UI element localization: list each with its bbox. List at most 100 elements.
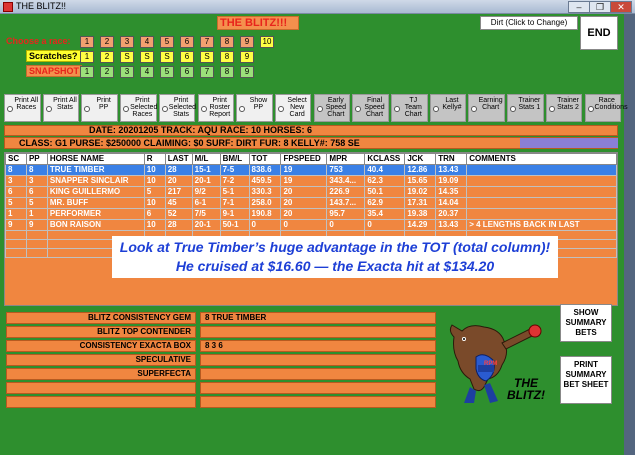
- column-header[interactable]: MPR: [326, 153, 366, 165]
- table-cell: 13.43: [435, 219, 468, 231]
- snapshot-button-1[interactable]: 1: [80, 66, 94, 78]
- option-show-pp[interactable]: Show PP: [236, 94, 273, 122]
- radio-icon[interactable]: [510, 106, 517, 112]
- snapshot-button-6[interactable]: 6: [180, 66, 194, 78]
- radio-icon[interactable]: [161, 106, 168, 112]
- table-cell: > 4 LENGTHS BACK IN LAST: [466, 219, 617, 231]
- column-header[interactable]: R: [143, 153, 166, 165]
- radio-icon[interactable]: [84, 106, 91, 112]
- radio-icon[interactable]: [587, 106, 594, 112]
- radio-icon[interactable]: [200, 106, 207, 112]
- option-final-speed-chart[interactable]: Final Speed Chart: [352, 94, 389, 122]
- table-row[interactable]: 1 1 PERFORMER 6 52 7/5 9-1 190.8 20 95.7 35.4 19.38…: [5, 208, 617, 220]
- option-early-speed-chart[interactable]: Early Speed Chart: [313, 94, 351, 122]
- option-select-new-card[interactable]: Select New Card: [274, 94, 312, 122]
- show-summary-bets-button[interactable]: SHOW SUMMARY BETS: [560, 304, 612, 342]
- table-cell: 343.4...: [326, 175, 366, 187]
- race-button-10[interactable]: 10: [260, 36, 274, 48]
- annotation-text: Look at True Timber’s huge advantage in …: [119, 239, 551, 274]
- radio-icon[interactable]: [45, 106, 52, 112]
- option-label: Early Speed Chart: [325, 97, 346, 118]
- option-print-all-races[interactable]: Print All Races: [4, 94, 41, 122]
- column-header[interactable]: JCK: [404, 153, 437, 165]
- option-tj-team-chart[interactable]: TJ Team Chart: [391, 94, 428, 122]
- table-row[interactable]: 5 5 MR. BUFF 10 45 6-1 7-1 258.0 20 143.7... 62.9 1…: [5, 197, 617, 209]
- column-header[interactable]: M/L: [191, 153, 221, 165]
- option-print-roster-report[interactable]: Print Roster Report: [197, 94, 234, 122]
- radio-icon[interactable]: [316, 106, 323, 112]
- column-header[interactable]: BM/L: [219, 153, 250, 165]
- race-button-6[interactable]: 6: [180, 36, 194, 48]
- snapshot-button-5[interactable]: 5: [160, 66, 174, 78]
- scratch-button-2[interactable]: 2: [100, 51, 114, 63]
- snapshot-button-3[interactable]: 3: [120, 66, 134, 78]
- table-row[interactable]: 6 6 KING GUILLERMO 5 217 9/2 5-1 330.3 20 226.9 50…: [5, 186, 617, 198]
- option-last-kelly[interactable]: Last Kelly#: [429, 94, 467, 122]
- scratch-button-6[interactable]: 6: [180, 51, 194, 63]
- race-info-scroll[interactable]: [520, 138, 618, 148]
- column-header[interactable]: LAST: [164, 153, 193, 165]
- race-button-8[interactable]: 8: [220, 36, 234, 48]
- race-button-3[interactable]: 3: [120, 36, 134, 48]
- radio-icon[interactable]: [471, 106, 478, 112]
- radio-icon[interactable]: [277, 106, 284, 112]
- table-cell: 19.38: [404, 208, 437, 220]
- race-button-7[interactable]: 7: [200, 36, 214, 48]
- column-header[interactable]: TRN: [435, 153, 468, 165]
- race-button-1[interactable]: 1: [80, 36, 94, 48]
- race-button-9[interactable]: 9: [240, 36, 254, 48]
- snapshot-button-8[interactable]: 8: [220, 66, 234, 78]
- radio-icon[interactable]: [123, 106, 130, 112]
- radio-icon[interactable]: [548, 106, 555, 112]
- scratch-button-1[interactable]: 1: [80, 51, 94, 63]
- option-print-selected-races[interactable]: Print Selected Races: [120, 94, 157, 122]
- column-header[interactable]: COMMENTS: [466, 153, 617, 165]
- snapshot-button-4[interactable]: 4: [140, 66, 154, 78]
- column-header[interactable]: PP: [25, 153, 48, 165]
- scratch-button-7[interactable]: S: [200, 51, 214, 63]
- radio-icon[interactable]: [239, 106, 246, 112]
- option-print-pp[interactable]: Print PP: [81, 94, 118, 122]
- option-trainer-stats-1[interactable]: Trainer Stats 1: [507, 94, 544, 122]
- scratch-button-9[interactable]: 9: [240, 51, 254, 63]
- table-cell: 10: [143, 164, 166, 176]
- column-header[interactable]: HORSE NAME: [46, 153, 145, 165]
- table-cell: 258.0: [248, 197, 282, 209]
- table-row[interactable]: 3 3 SNAPPER SINCLAIR 10 20 20-1 7-2 459.5 19 343.…: [5, 175, 617, 187]
- option-label: Print Selected Races: [130, 97, 158, 118]
- snapshot-button-7[interactable]: 7: [200, 66, 214, 78]
- table-row[interactable]: 8 8 TRUE TIMBER 10 28 15-1 7-5 838.6 19 753 40.4 12…: [5, 164, 617, 176]
- option-race-conditions[interactable]: Race Conditions: [584, 94, 628, 122]
- print-summary-bet-sheet-button[interactable]: PRINT SUMMARY BET SHEET: [560, 356, 612, 404]
- radio-icon[interactable]: [394, 106, 400, 112]
- snapshot-button-9[interactable]: 9: [240, 66, 254, 78]
- race-button-5[interactable]: 5: [160, 36, 174, 48]
- end-button[interactable]: END: [580, 16, 618, 50]
- column-header[interactable]: SC: [5, 153, 27, 165]
- radio-icon[interactable]: [355, 106, 362, 112]
- maximize-button[interactable]: ❐: [589, 1, 611, 13]
- scratch-button-4[interactable]: S: [140, 51, 154, 63]
- option-print-all-stats[interactable]: Print All Stats: [42, 94, 80, 122]
- column-header[interactable]: FPSPEED: [280, 153, 328, 165]
- table-cell: 753: [326, 164, 366, 176]
- close-button[interactable]: ✕: [610, 1, 632, 13]
- radio-icon[interactable]: [7, 106, 13, 112]
- option-print-selected-stats[interactable]: Print Selected Stats: [158, 94, 196, 122]
- race-button-4[interactable]: 4: [140, 36, 154, 48]
- table-cell: 17.31: [404, 197, 437, 209]
- radio-icon[interactable]: [432, 106, 439, 112]
- scratch-button-3[interactable]: S: [120, 51, 134, 63]
- table-cell: 9: [5, 219, 27, 231]
- scratch-button-5[interactable]: S: [160, 51, 174, 63]
- surface-toggle-button[interactable]: Dirt (Click to Change): [480, 16, 578, 30]
- option-earning-chart[interactable]: Earning Chart: [468, 94, 505, 122]
- option-trainer-stats-2[interactable]: Trainer Stats 2: [545, 94, 583, 122]
- column-header[interactable]: KCLASS: [364, 153, 406, 165]
- scratch-button-8[interactable]: 8: [220, 51, 234, 63]
- minimize-button[interactable]: –: [568, 1, 590, 13]
- column-header[interactable]: TOT: [248, 153, 282, 165]
- race-button-2[interactable]: 2: [100, 36, 114, 48]
- snapshot-button-2[interactable]: 2: [100, 66, 114, 78]
- table-row[interactable]: 9 9 BON RAISON 10 28 20-1 50-1 0 0 0 0 14.29 13.43 > …: [5, 219, 617, 231]
